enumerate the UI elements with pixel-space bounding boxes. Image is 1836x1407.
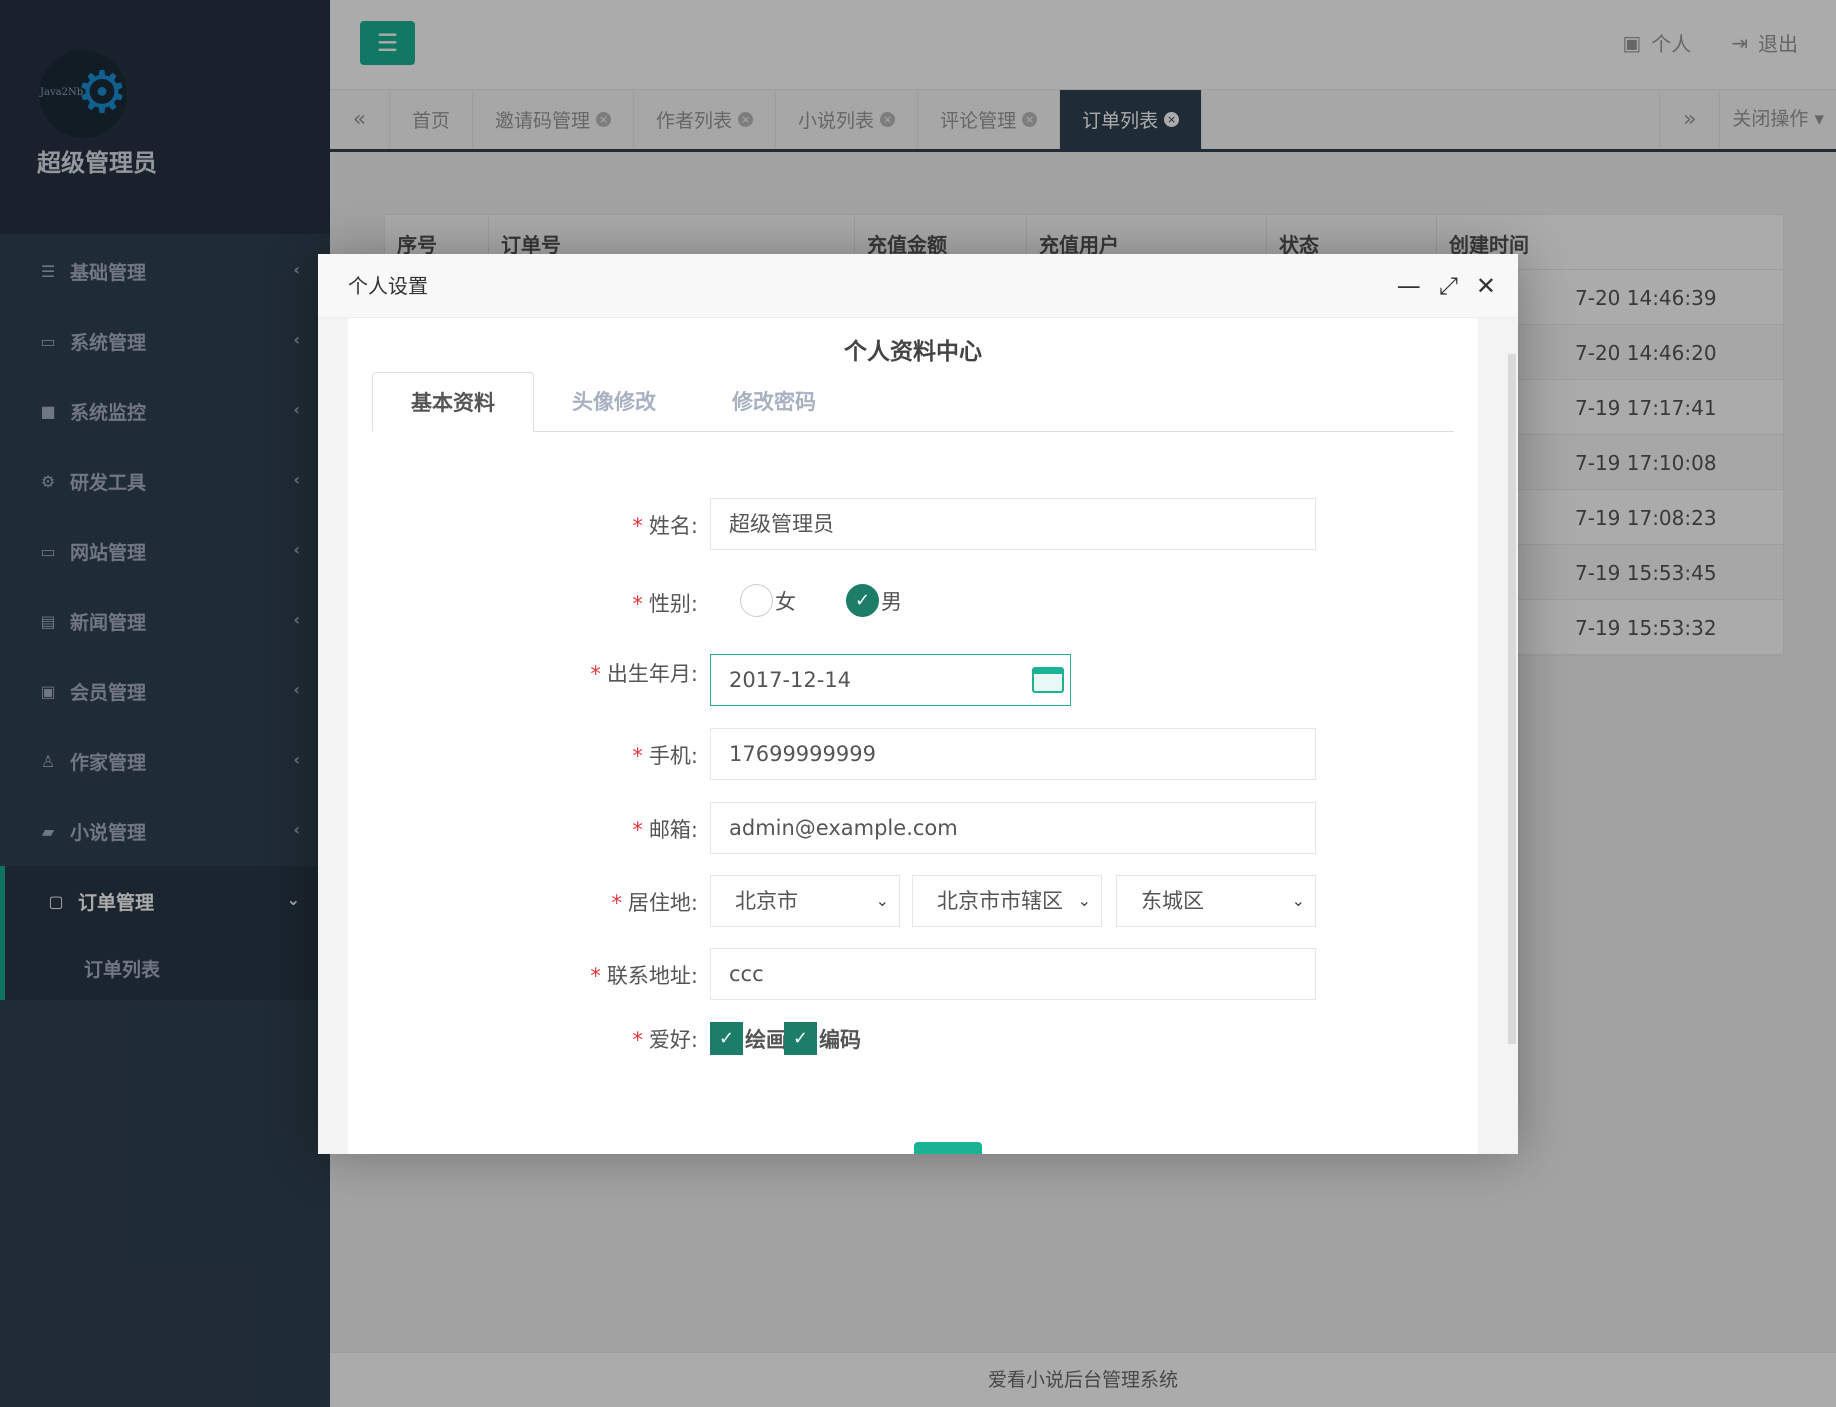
chevron-down-icon: ⌄ — [1077, 891, 1091, 910]
hobby-label: * 爱好: — [632, 1024, 698, 1054]
maximize-icon[interactable]: ⤢ — [1439, 254, 1458, 318]
phone-label: * 手机: — [632, 740, 698, 770]
hobby-row: * 爱好: ✓ 绘画 ✓ 编码 — [348, 1014, 1478, 1066]
city-select[interactable]: 北京市市辖区 ⌄ — [912, 875, 1102, 927]
checkbox-label: 绘画 — [745, 1027, 787, 1052]
modal-title-bar: 个人设置 — ⤢ ✕ — [318, 254, 1518, 318]
tab-avatar[interactable]: 头像修改 — [534, 372, 694, 431]
gender-label: * 性别: — [632, 588, 698, 618]
radio-label: 女 — [775, 589, 796, 614]
profile-center-title: 个人资料中心 — [844, 339, 982, 365]
profile-subtabs: 基本资料 头像修改 修改密码 — [372, 372, 1454, 432]
label-text: 居住地: — [627, 891, 698, 915]
select-value: 东城区 — [1141, 889, 1204, 913]
name-field[interactable]: 超级管理员 — [710, 498, 1316, 550]
gender-female-radio[interactable]: 女 — [740, 584, 796, 617]
required-mark: * — [632, 818, 643, 842]
tab-password[interactable]: 修改密码 — [694, 372, 854, 431]
select-value: 北京市市辖区 — [937, 889, 1063, 913]
label-text: 出生年月: — [606, 662, 698, 686]
calendar-icon[interactable] — [1032, 667, 1064, 693]
required-mark: * — [632, 592, 643, 616]
residence-row: * 居住地: 北京市 ⌄ 北京市市辖区 ⌄ 东城区 ⌄ — [348, 875, 1478, 927]
radio-checked-icon: ✓ — [846, 584, 879, 617]
birth-date-field[interactable]: 2017-12-14 — [710, 654, 1071, 706]
save-button[interactable] — [914, 1142, 982, 1154]
modal-controls: — ⤢ ✕ — [1397, 254, 1496, 318]
radio-unchecked-icon — [740, 584, 773, 617]
province-select[interactable]: 北京市 ⌄ — [710, 875, 900, 927]
label-text: 邮箱: — [648, 818, 698, 842]
address-label: * 联系地址: — [590, 960, 698, 990]
address-field[interactable]: ccc — [710, 948, 1316, 1000]
checkbox-checked-icon: ✓ — [710, 1022, 743, 1055]
modal-body: 个人资料中心 基本资料 头像修改 修改密码 * 姓名: 超级管理员 * 性别: 女 … — [348, 318, 1478, 1154]
required-mark: * — [632, 744, 643, 768]
chevron-down-icon: ⌄ — [1291, 891, 1305, 910]
hobby-drawing-checkbox[interactable]: ✓ 绘画 — [710, 1022, 787, 1055]
name-row: * 姓名: 超级管理员 — [348, 498, 1478, 550]
personal-settings-modal: 个人设置 — ⤢ ✕ 个人资料中心 基本资料 头像修改 修改密码 * 姓名: 超级… — [318, 254, 1518, 1154]
address-row: * 联系地址: ccc — [348, 948, 1478, 1000]
checkbox-checked-icon: ✓ — [784, 1022, 817, 1055]
required-mark: * — [590, 964, 601, 988]
label-text: 姓名: — [648, 514, 698, 538]
checkbox-label: 编码 — [819, 1027, 861, 1052]
email-label: * 邮箱: — [632, 814, 698, 844]
gender-male-radio[interactable]: ✓ 男 — [846, 584, 902, 617]
radio-label: 男 — [881, 589, 902, 614]
district-select[interactable]: 东城区 ⌄ — [1116, 875, 1316, 927]
modal-gutter-left — [318, 318, 348, 1154]
required-mark: * — [632, 514, 643, 538]
birth-date-value: 2017-12-14 — [729, 668, 852, 692]
select-value: 北京市 — [735, 889, 798, 913]
residence-label: * 居住地: — [611, 887, 698, 917]
close-icon[interactable]: ✕ — [1476, 254, 1496, 318]
phone-row: * 手机: 17699999999 — [348, 728, 1478, 780]
scrollbar-thumb[interactable] — [1508, 354, 1516, 1044]
email-row: * 邮箱: admin@example.com — [348, 802, 1478, 854]
birth-row: * 出生年月: 2017-12-14 — [348, 654, 1478, 706]
gender-row: * 性别: 女 ✓ 男 — [348, 576, 1478, 628]
label-text: 手机: — [648, 744, 698, 768]
hobby-coding-checkbox[interactable]: ✓ 编码 — [784, 1022, 861, 1055]
email-field[interactable]: admin@example.com — [710, 802, 1316, 854]
required-mark: * — [611, 891, 622, 915]
birth-label: * 出生年月: — [590, 658, 698, 688]
label-text: 爱好: — [648, 1028, 698, 1052]
label-text: 联系地址: — [606, 964, 698, 988]
chevron-down-icon: ⌄ — [875, 891, 889, 910]
name-label: * 姓名: — [632, 510, 698, 540]
minimize-icon[interactable]: — — [1397, 254, 1421, 318]
tab-basic-info[interactable]: 基本资料 — [372, 372, 534, 432]
required-mark: * — [590, 662, 601, 686]
label-text: 性别: — [648, 592, 698, 616]
phone-field[interactable]: 17699999999 — [710, 728, 1316, 780]
required-mark: * — [632, 1028, 643, 1052]
modal-title: 个人设置 — [348, 274, 428, 298]
